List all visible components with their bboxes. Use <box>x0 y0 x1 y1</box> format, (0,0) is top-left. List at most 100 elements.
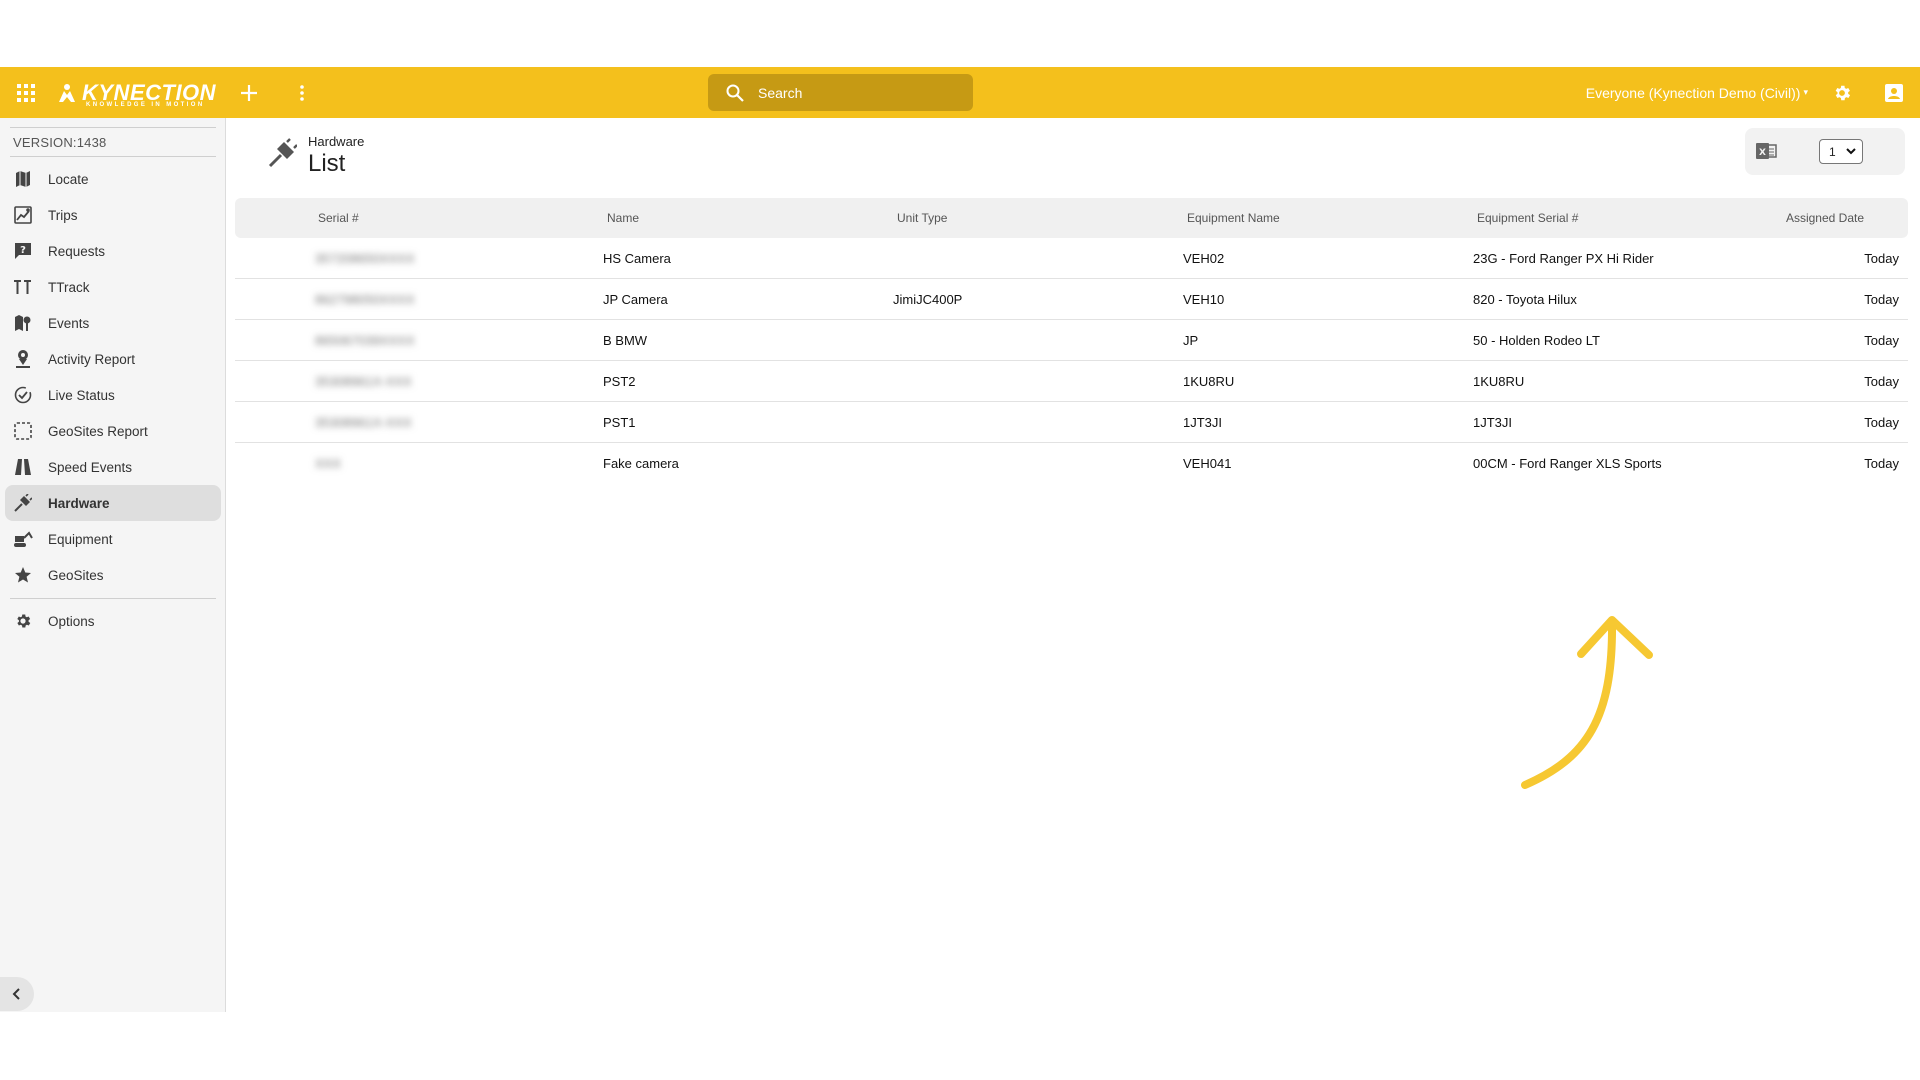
equipment-serial-cell: 23G - Ford Ranger PX Hi Rider <box>1473 251 1654 266</box>
sidebar-item-label: Locate <box>48 171 89 187</box>
app-window: KYNECTION KNOWLEDGE IN MOTION Search Eve… <box>0 67 1920 1012</box>
equipment-name-cell: VEH10 <box>1183 292 1225 307</box>
column-header-serial[interactable]: Serial # <box>318 198 359 238</box>
sidebar-item-geosites-report[interactable]: GeoSites Report <box>5 413 221 449</box>
table-row[interactable]: 357208650XXXX HS Camera VEH02 23G - Ford… <box>235 238 1908 279</box>
sidebar-item-hardware[interactable]: Hardware <box>5 485 221 521</box>
sidebar-item-label: Speed Events <box>48 459 133 475</box>
excavator-icon <box>13 529 33 549</box>
account-button[interactable] <box>1882 67 1906 118</box>
equipment-serial-cell: 820 - Toyota Hilux <box>1473 292 1577 307</box>
sidebar-item-label: GeoSites Report <box>48 423 148 439</box>
plug-icon <box>268 138 297 168</box>
plug-icon <box>13 493 33 513</box>
equipment-name-cell: JP <box>1183 333 1199 348</box>
serial-cell: 35308961X-XXX <box>315 374 412 389</box>
serial-cell: XXX <box>315 456 342 471</box>
ttrack-icon <box>13 277 33 297</box>
table-row[interactable]: 35308961X-XXX PST1 1JT3JI 1JT3JI Today <box>235 402 1908 443</box>
search-icon <box>726 84 744 102</box>
page-select-value: 1 <box>1829 144 1836 159</box>
kynection-logo[interactable]: KYNECTION KNOWLEDGE IN MOTION <box>56 77 216 109</box>
serial-cell: 865067039XXXX <box>315 333 415 348</box>
chevron-down-icon: ▾ <box>1803 87 1808 97</box>
table-header: Serial # Name Unit Type Equipment Name E… <box>235 198 1908 238</box>
sidebar-item-equipment[interactable]: Equipment <box>5 521 221 557</box>
sidebar-item-label: TTrack <box>48 279 90 295</box>
assigned-date-cell: Today <box>1864 374 1899 389</box>
column-header-unit-type[interactable]: Unit Type <box>897 198 947 238</box>
sidebar-item-locate[interactable]: Locate <box>5 161 221 197</box>
sidebar-item-live-status[interactable]: Live Status <box>5 377 221 413</box>
export-excel-icon[interactable]: X <box>1755 140 1777 162</box>
star-icon <box>13 565 33 585</box>
account-icon <box>1885 83 1903 102</box>
chevron-left-icon <box>12 988 20 1000</box>
settings-button[interactable] <box>1830 67 1854 118</box>
sidebar-item-label: Live Status <box>48 387 115 403</box>
name-cell: HS Camera <box>603 251 671 266</box>
chevron-down-icon <box>1846 148 1856 155</box>
sidebar-item-ttrack[interactable]: TTrack <box>5 269 221 305</box>
apps-grid-icon[interactable] <box>14 67 38 118</box>
sidebar-item-label: Trips <box>48 207 78 223</box>
sidebar-item-requests[interactable]: ? Requests <box>5 233 221 269</box>
assigned-date-cell: Today <box>1864 415 1899 430</box>
sidebar-item-label: GeoSites <box>48 567 104 583</box>
top-bar: KYNECTION KNOWLEDGE IN MOTION Search Eve… <box>0 67 1920 118</box>
list-toolbar: X 1 <box>1745 128 1905 175</box>
equipment-name-cell: VEH02 <box>1183 251 1225 266</box>
column-header-name[interactable]: Name <box>607 198 639 238</box>
trips-icon <box>13 205 33 225</box>
name-cell: JP Camera <box>603 292 668 307</box>
column-header-equipment-serial[interactable]: Equipment Serial # <box>1477 198 1578 238</box>
sidebar-item-geosites[interactable]: GeoSites <box>5 557 221 593</box>
sidebar-item-label: Equipment <box>48 531 113 547</box>
equipment-serial-cell: 1JT3JI <box>1473 415 1513 430</box>
sidebar-item-speed-events[interactable]: Speed Events <box>5 449 221 485</box>
hardware-table: Serial # Name Unit Type Equipment Name E… <box>235 198 1908 484</box>
more-menu-button[interactable] <box>296 67 308 118</box>
annotation-arrow <box>1521 616 1653 789</box>
column-header-equipment-name[interactable]: Equipment Name <box>1187 198 1280 238</box>
logo-tagline: KNOWLEDGE IN MOTION <box>86 102 205 108</box>
column-header-assigned-date[interactable]: Assigned Date <box>1786 198 1864 238</box>
road-icon <box>13 457 33 477</box>
add-button[interactable] <box>236 67 262 118</box>
equipment-serial-cell: 00CM - Ford Ranger XLS Sports <box>1473 456 1662 471</box>
table-row[interactable]: 862798050XXXX JP Camera JimiJC400P VEH10… <box>235 279 1908 320</box>
version-label: VERSION:1438 <box>13 135 107 150</box>
unit-type-cell: JimiJC400P <box>893 292 963 307</box>
equipment-name-cell: 1JT3JI <box>1183 415 1223 430</box>
search-input[interactable]: Search <box>708 74 973 111</box>
svg-text:X: X <box>1759 148 1766 158</box>
sidebar-item-activity-report[interactable]: Activity Report <box>5 341 221 377</box>
serial-cell: 862798050XXXX <box>315 292 415 307</box>
main-content: Hardware List X 1 Serial # Name Unit Typ… <box>227 118 1920 1012</box>
svg-text:?: ? <box>20 245 26 256</box>
map-icon <box>13 169 33 189</box>
events-icon <box>13 313 33 333</box>
assigned-date-cell: Today <box>1864 333 1899 348</box>
page-title: List <box>308 150 346 177</box>
serial-cell: 35308961X-XXX <box>315 415 412 430</box>
divider <box>10 127 216 128</box>
page-select[interactable]: 1 <box>1819 139 1863 164</box>
table-row[interactable]: 865067039XXXX B BMW JP 50 - Holden Rodeo… <box>235 320 1908 361</box>
sidebar-item-options[interactable]: Options <box>5 603 221 639</box>
assigned-date-cell: Today <box>1864 292 1899 307</box>
sidebar-item-events[interactable]: Events <box>5 305 221 341</box>
table-row[interactable]: XXX Fake camera VEH041 00CM - Ford Range… <box>235 443 1908 484</box>
scope-dropdown[interactable]: Everyone (Kynection Demo (Civil)) ▾ <box>1586 67 1808 118</box>
name-cell: PST1 <box>603 415 636 430</box>
sidebar-item-trips[interactable]: Trips <box>5 197 221 233</box>
equipment-name-cell: VEH041 <box>1183 456 1232 471</box>
more-vertical-icon <box>300 84 304 101</box>
table-row[interactable]: 35308961X-XXX PST2 1KU8RU 1KU8RU Today <box>235 361 1908 402</box>
divider <box>10 598 216 599</box>
collapse-sidebar-button[interactable] <box>0 977 34 1011</box>
sidebar: VERSION:1438 Locate Trips ? Requests TTr… <box>0 118 226 1012</box>
dashed-square-icon <box>13 421 33 441</box>
name-cell: PST2 <box>603 374 636 389</box>
gear-icon <box>1835 85 1851 100</box>
